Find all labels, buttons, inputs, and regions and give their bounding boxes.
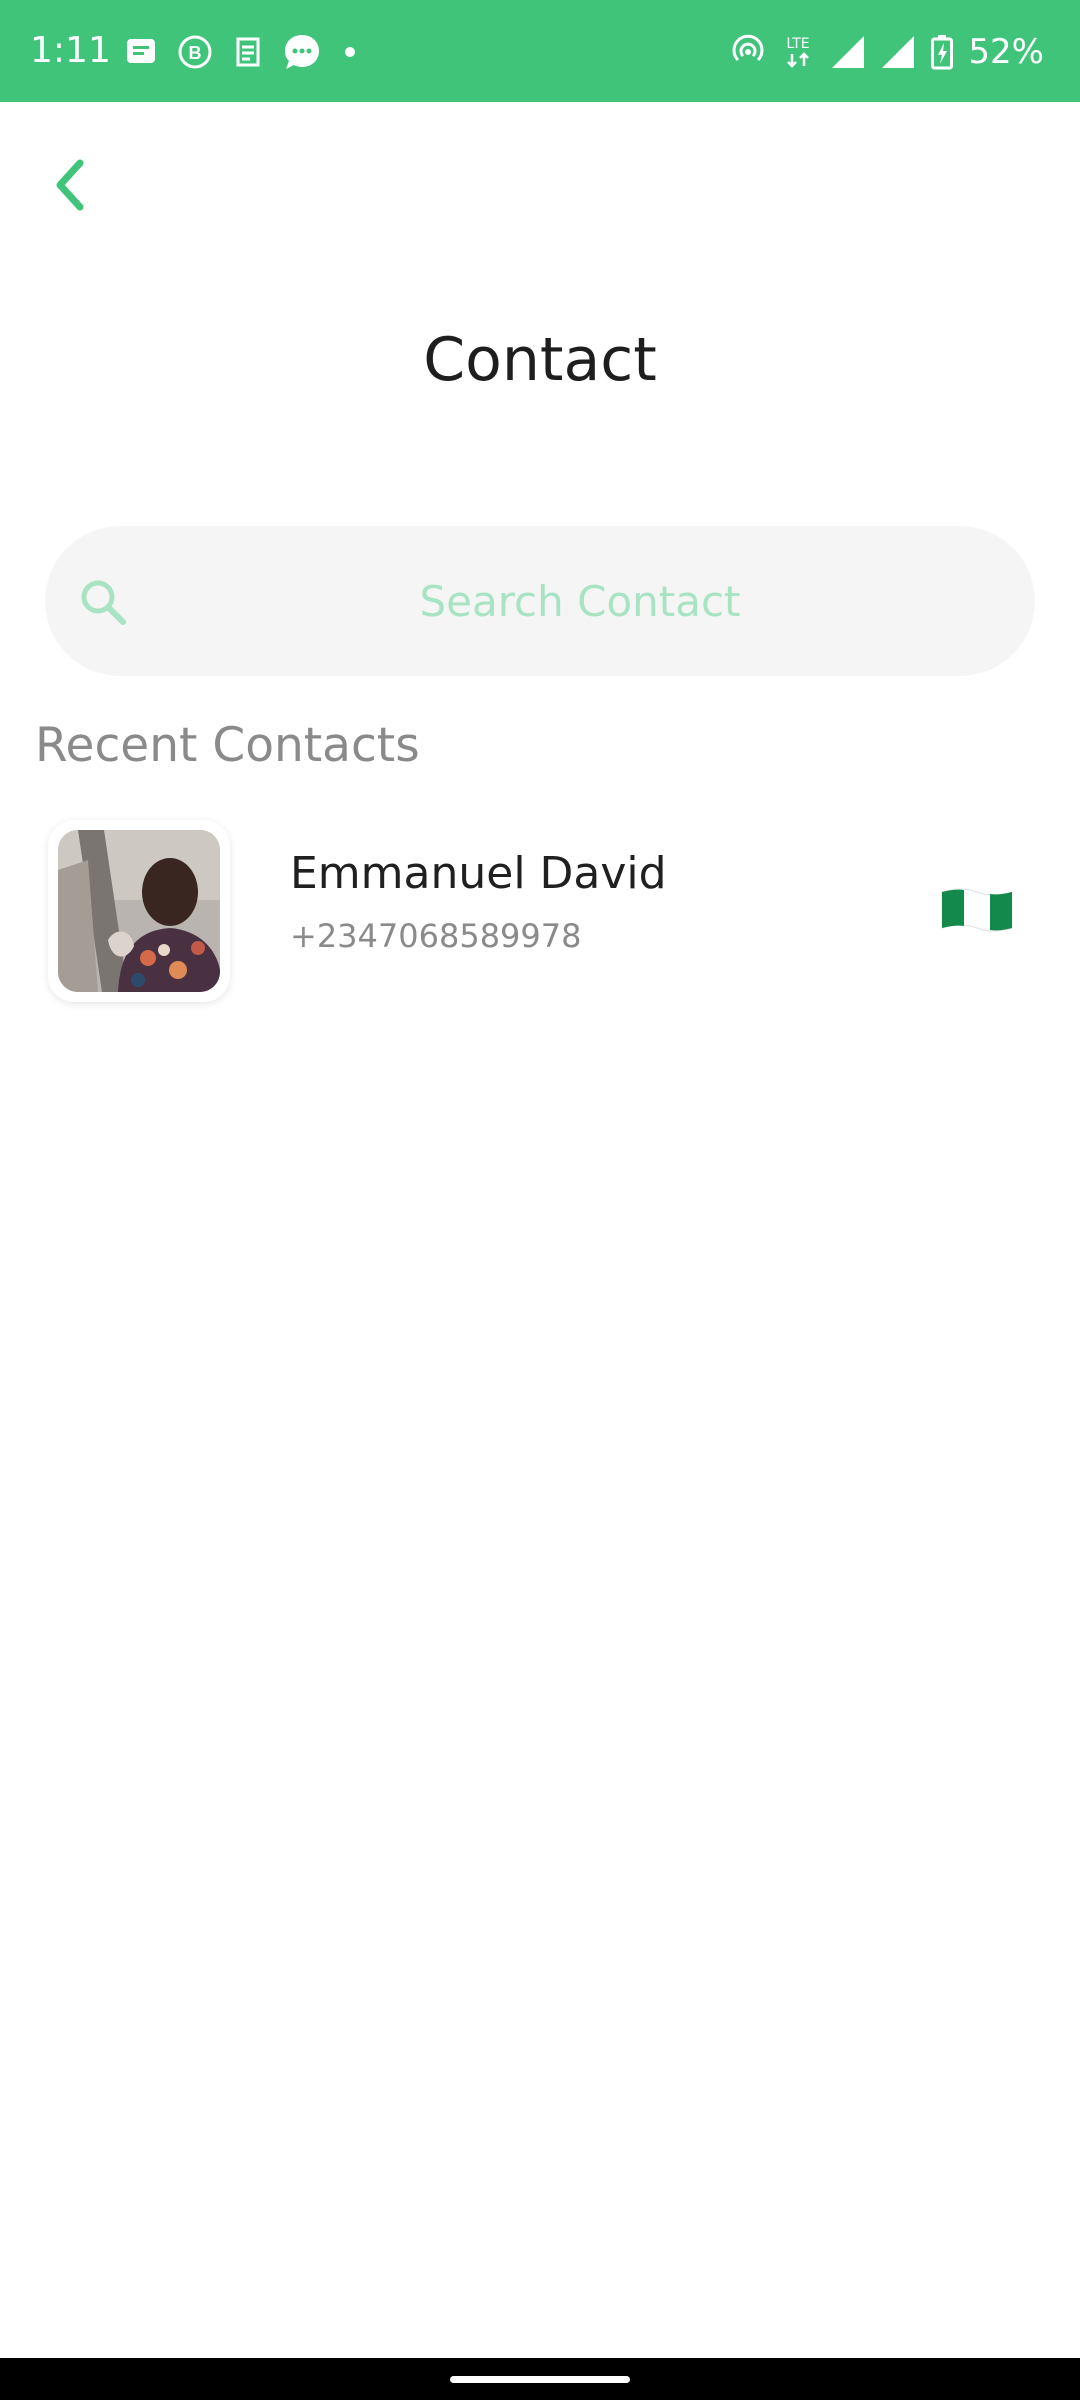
- search-box[interactable]: [45, 526, 1035, 676]
- system-icons: LTE 52%: [730, 28, 1044, 76]
- contact-phone: +2347068589978: [290, 917, 582, 955]
- back-button[interactable]: [40, 150, 100, 220]
- contact-list-item[interactable]: Emmanuel David +2347068589978: [0, 812, 1080, 1012]
- signal-icon: [830, 34, 866, 70]
- status-time: 1:11: [30, 30, 111, 71]
- hotspot-icon: [730, 34, 766, 70]
- contact-name: Emmanuel David: [290, 848, 667, 899]
- avatar: [58, 830, 220, 992]
- chat-bubble-icon: [282, 32, 322, 72]
- search-icon: [81, 580, 126, 625]
- business-chat-icon: B: [176, 33, 214, 71]
- lte-icon: LTE: [780, 32, 816, 72]
- svg-text:LTE: LTE: [787, 36, 810, 52]
- navigation-bar: [0, 2358, 1080, 2400]
- signal-icon: [880, 34, 916, 70]
- nigeria-flag-icon: [941, 888, 1013, 932]
- app-icon: [232, 33, 264, 71]
- chevron-left-icon: [56, 159, 84, 211]
- home-gesture-handle[interactable]: [450, 2376, 630, 2383]
- page-title: Contact: [423, 325, 657, 395]
- svg-text:B: B: [189, 43, 202, 63]
- search-input[interactable]: [165, 526, 995, 676]
- battery-percentage: 52%: [968, 32, 1044, 72]
- more-dot-icon: [340, 42, 360, 62]
- message-icon: [124, 35, 158, 69]
- recent-contacts-heading: Recent Contacts: [35, 718, 420, 773]
- status-bar: 1:11 B LTE 52%: [0, 0, 1080, 102]
- notification-icons: B: [124, 30, 360, 74]
- battery-charging-icon: [930, 34, 954, 70]
- avatar-frame: [48, 820, 230, 1002]
